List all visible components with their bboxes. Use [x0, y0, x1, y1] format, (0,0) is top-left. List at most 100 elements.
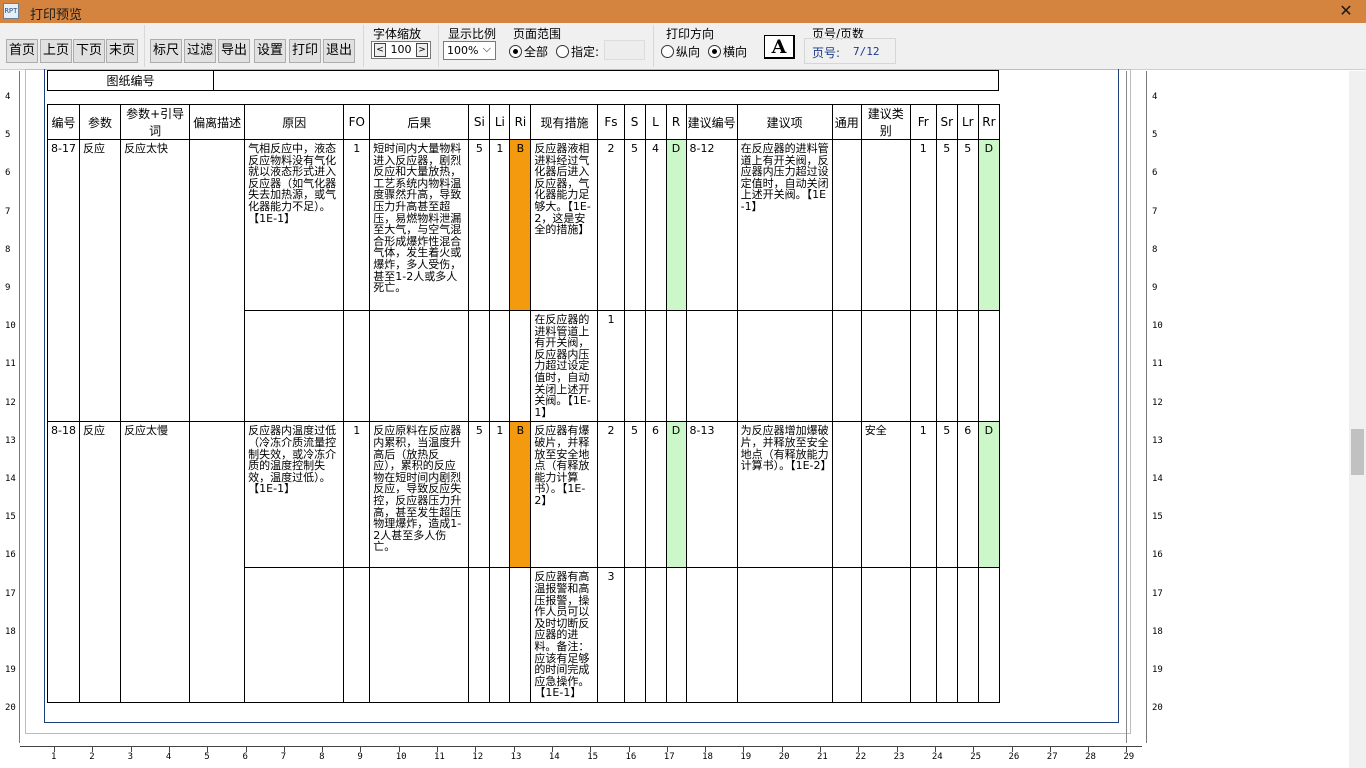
record-l [644, 567, 667, 703]
record-lr [956, 309, 979, 423]
preview-area[interactable]: 4 5 6 7 8 9 10 11 12 13 14 15 16 17 18 19 20 4 5 6 7 8 9 10 11 1… [0, 69, 1366, 768]
record-suggestion-no: 8-12 [685, 139, 738, 311]
close-button[interactable]: ✕ [1326, 0, 1366, 23]
ruler-number: 18 [5, 626, 16, 637]
ruler-button[interactable]: 标尺 [150, 39, 182, 63]
decrease-zoom-button[interactable]: < [374, 43, 386, 57]
font-zoom-stepper[interactable]: < 100 > [371, 41, 431, 59]
prev-page-button[interactable]: 上页 [40, 39, 72, 63]
filter-button[interactable]: 过滤 [184, 39, 216, 63]
ruler-number: 12 [472, 752, 484, 762]
record-s [623, 309, 646, 423]
table-row[interactable]: 8-17 反应 反应太快 气相反应中，液态反应物料没有气化就以液态形式进入反应器… [46, 138, 1001, 423]
column-header: Fs [597, 104, 625, 140]
record-r: D [665, 421, 687, 569]
column-header: 原因 [244, 104, 345, 140]
ruler-number: 21 [817, 752, 828, 762]
column-header: R [665, 104, 687, 140]
ruler-number: 8 [1152, 244, 1158, 255]
column-header: 参数 [79, 104, 122, 140]
ruler-number: 24 [931, 752, 943, 762]
ruler-number: 10 [5, 321, 16, 332]
column-header: 后果 [369, 104, 470, 140]
ruler-number: 4 [165, 752, 172, 762]
column-header: Fr [909, 104, 937, 140]
radio-portrait[interactable]: 纵向 [661, 43, 700, 60]
increase-zoom-button[interactable]: > [416, 43, 428, 57]
column-header: Sr [935, 104, 958, 140]
ruler-number: 6 [242, 752, 248, 762]
font-zoom-label: 字体缩放 [373, 27, 422, 41]
toolbar-separator [363, 25, 364, 67]
table-row[interactable]: 8-18 反应 反应太慢 反应器内温度过低（冷冻介质流量控制失效，或冷冻介质的温… [46, 421, 1001, 703]
record-suggestion [736, 567, 833, 703]
table-header-row: 编号 参数 参数+引导词 偏离描述 原因 FO 后果 Si Li Ri 现有措施… [46, 104, 1001, 140]
vertical-scrollbar[interactable] [1349, 71, 1366, 768]
first-page-button[interactable]: 首页 [6, 39, 38, 63]
next-page-button[interactable]: 下页 [73, 39, 105, 63]
settings-button[interactable]: 设置 [254, 39, 286, 63]
ruler-number: 14 [1152, 474, 1163, 484]
record-fs: 3 [597, 567, 625, 703]
record-suggestion: 在反应器的进料管道上有开关阀，反应器内压力超过设定值时，自动关闭上述开关阀。【1… [736, 139, 833, 311]
font-settings-button[interactable]: A [764, 35, 795, 59]
record-fo: 1 [343, 421, 371, 569]
ruler-number: 20 [1152, 703, 1163, 714]
column-header: S [623, 104, 646, 140]
ruler-tick [475, 747, 477, 752]
column-header: FO [343, 104, 371, 140]
print-button[interactable]: 打印 [289, 39, 321, 63]
toolbar-separator [438, 25, 439, 67]
font-zoom-value[interactable]: 100 [389, 43, 413, 56]
record-rr [977, 567, 1001, 703]
record-category [860, 139, 911, 311]
radio-landscape[interactable]: 横向 [708, 43, 747, 60]
ruler-tick [590, 747, 592, 752]
record-li: 1 [489, 421, 511, 569]
ruler-number: 7 [280, 752, 287, 762]
record-id: 8-18 [46, 421, 81, 703]
hazop-table: 编号 参数 参数+引导词 偏离描述 原因 FO 后果 Si Li Ri 现有措施… [46, 104, 1001, 703]
record-si: 5 [468, 139, 491, 311]
chevron-down-icon: ⌵ [482, 42, 491, 55]
ruler-tick [437, 747, 438, 752]
display-ratio-select[interactable]: 100% ⌵ [443, 41, 496, 60]
ruler-number: 5 [1152, 130, 1158, 141]
column-header: Ri [509, 104, 532, 140]
record-rr: D [977, 421, 1001, 569]
ruler-number: 17 [5, 588, 16, 599]
drawing-number-value [213, 70, 999, 91]
ruler-tick [743, 747, 745, 752]
ruler-number: 2 [89, 752, 95, 762]
ruler-number: 8 [5, 244, 11, 255]
record-guideword: 反应太快 [120, 138, 191, 423]
ruler-number: 4 [1152, 92, 1158, 102]
record-rr: D [977, 139, 1001, 311]
ruler-number: 25 [970, 752, 982, 762]
ruler-number: 20 [778, 752, 790, 762]
page-range-input[interactable] [604, 40, 645, 60]
ruler-tick [820, 747, 821, 752]
column-header: 编号 [46, 104, 81, 140]
ruler-number: 18 [702, 752, 713, 762]
export-button[interactable]: 导出 [218, 39, 250, 63]
column-header: Lr [956, 104, 979, 140]
scrollbar-thumb[interactable] [1351, 429, 1364, 475]
last-page-button[interactable]: 末页 [106, 39, 138, 63]
ruler-tick [973, 747, 975, 752]
display-ratio-label: 显示比例 [448, 27, 497, 41]
record-consequence: 反应原料在反应器内累积，当温度升高后（放热反应），累积的反应物在短时间内剧烈反应… [369, 421, 470, 569]
record-ri [509, 567, 532, 703]
record-fs: 2 [597, 421, 625, 569]
radio-all-pages[interactable]: 全部 [509, 43, 548, 60]
radio-specified-pages[interactable]: 指定: [556, 43, 599, 60]
ruler-number: 9 [5, 283, 11, 293]
display-ratio-value: 100% [447, 44, 479, 57]
ruler-number: 27 [1046, 752, 1058, 762]
page-range-label: 页面范围 [513, 27, 562, 41]
record-measure: 反应器液相进料经过气化器后进入反应器，气化器能力足够大。【1E-2，这是安全的措… [530, 139, 599, 311]
exit-button[interactable]: 退出 [323, 39, 355, 63]
ruler-number: 15 [5, 512, 16, 523]
title-bar: RPT 打印预览 ✕ [0, 0, 1366, 23]
record-consequence [369, 309, 470, 423]
